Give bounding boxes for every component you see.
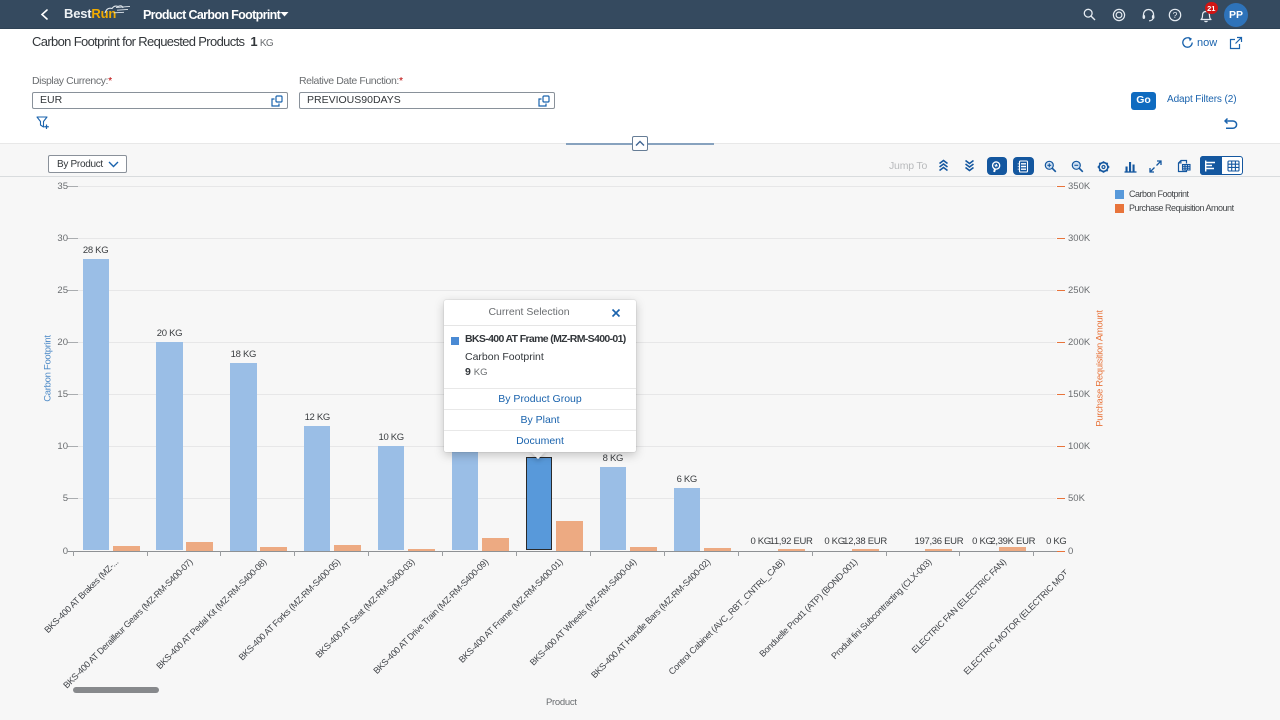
svg-text:?: ? [1173, 10, 1178, 20]
